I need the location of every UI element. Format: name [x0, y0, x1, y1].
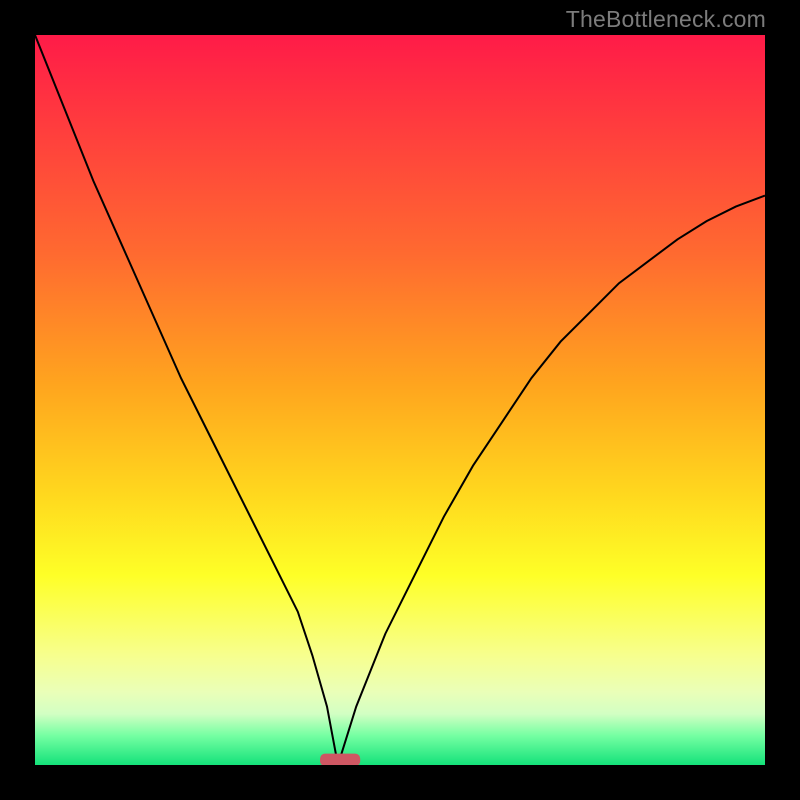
watermark-text: TheBottleneck.com	[566, 6, 766, 33]
chart-svg	[35, 35, 765, 765]
chart-frame: TheBottleneck.com	[0, 0, 800, 800]
plot-area	[35, 35, 765, 765]
gradient-background	[35, 35, 765, 765]
optimum-marker	[320, 754, 360, 765]
